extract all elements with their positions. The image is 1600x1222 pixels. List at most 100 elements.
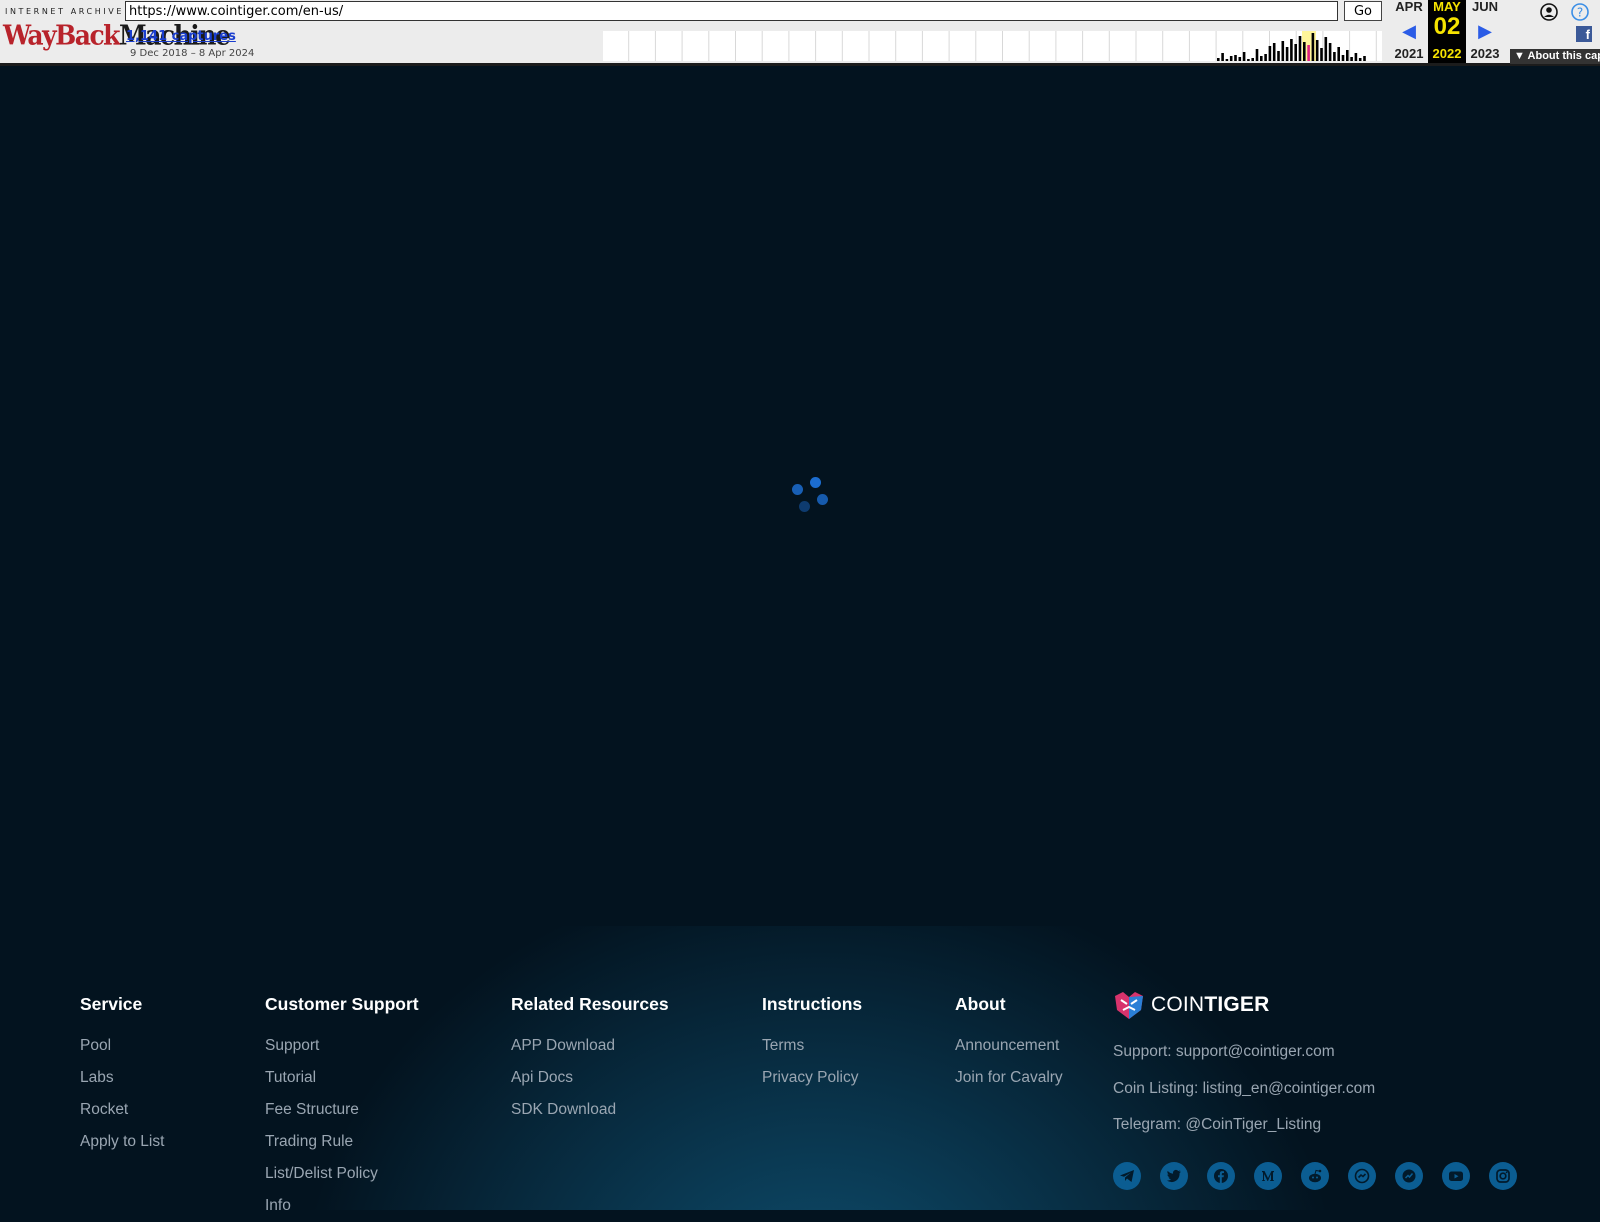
sparkline-bar [1337, 47, 1340, 61]
footer-link-rocket[interactable]: Rocket [80, 1094, 164, 1126]
footer-brand: COINTIGER Support: support@cointiger.com… [1113, 990, 1375, 1144]
captures-link[interactable]: 1,141 captures [126, 29, 236, 44]
footer-link-terms[interactable]: Terms [762, 1030, 862, 1062]
sparkline-bar [1281, 41, 1285, 61]
brand-name: COINTIGER [1151, 993, 1269, 1017]
site-footer: Service Pool Labs Rocket Apply to List C… [0, 926, 1600, 1214]
loading-spinner-icon [790, 474, 830, 514]
footer-link-announcement[interactable]: Announcement [955, 1030, 1063, 1062]
current-month: MAY [1433, 0, 1461, 14]
contact-telegram[interactable]: Telegram: @CoinTiger_Listing [1113, 1107, 1375, 1144]
reddit-icon[interactable] [1301, 1162, 1329, 1190]
footer-link-list-delist-policy[interactable]: List/Delist Policy [265, 1158, 419, 1190]
current-day: 02 [1433, 13, 1461, 40]
sparkline-bar [1307, 45, 1310, 61]
calendar-current: MAY 02 2022 [1428, 0, 1466, 63]
medium-icon[interactable] [1254, 1162, 1282, 1190]
sparkline-bar [1260, 56, 1263, 61]
tiger-logo-icon [1115, 992, 1143, 1019]
wayback-logo[interactable]: INTERNET ARCHIVE WayBackMachine [3, 5, 231, 51]
footer-link-fee-structure[interactable]: Fee Structure [265, 1094, 419, 1126]
next-arrow-icon[interactable]: ▶ [1466, 21, 1504, 42]
brand-name-bold: TIGER [1204, 993, 1270, 1016]
telegram-icon[interactable] [1113, 1162, 1141, 1190]
messenger-icon[interactable] [1348, 1162, 1376, 1190]
wayback-toolbar: INTERNET ARCHIVE WayBackMachine Go 1,141… [0, 0, 1600, 66]
sparkline-bar [1358, 58, 1362, 61]
coinmarketcap-icon[interactable] [1395, 1162, 1423, 1190]
footer-column-title: Customer Support [265, 994, 419, 1014]
footer-link-app-download[interactable]: APP Download [511, 1030, 669, 1062]
social-links [1113, 1162, 1517, 1190]
sparkline-bar [1285, 47, 1289, 61]
about-capture-button[interactable]: ▼ About this capture [1510, 49, 1600, 64]
sparkline-bar [1225, 59, 1229, 61]
sparkline-bar [1324, 37, 1328, 61]
prev-arrow-icon[interactable]: ◀ [1390, 21, 1428, 42]
sparkline-bar [1341, 55, 1345, 61]
footer-link-trading-rule[interactable]: Trading Rule [265, 1126, 419, 1158]
prev-year: 2021 [1394, 46, 1424, 61]
sparkline-bar [1320, 48, 1323, 61]
next-month: JUN [1471, 0, 1498, 14]
footer-column-related-resources: Related Resources APP Download Api Docs … [511, 994, 669, 1126]
spinner-dot [810, 477, 821, 488]
sparkline-bar [1328, 43, 1332, 61]
sparkline-bar [1272, 43, 1276, 61]
capture-sparkline[interactable] [602, 31, 1382, 61]
spinner-dot [817, 494, 828, 505]
sparkline-bar [1229, 56, 1233, 61]
youtube-icon[interactable] [1442, 1162, 1470, 1190]
footer-link-pool[interactable]: Pool [80, 1030, 164, 1062]
sparkline-bar [1315, 40, 1319, 61]
sparkline-bar [1217, 58, 1220, 61]
footer-link-join-for-cavalry[interactable]: Join for Cavalry [955, 1062, 1063, 1094]
cointiger-logo[interactable]: COINTIGER [1113, 990, 1375, 1020]
next-year: 2023 [1470, 46, 1500, 61]
spinner-dot [792, 484, 803, 495]
calendar-prev[interactable]: APR ◀ 2021 [1390, 0, 1428, 63]
sparkline-bar [1290, 39, 1293, 61]
sparkline-bar [1264, 54, 1267, 61]
footer-link-support[interactable]: Support [265, 1030, 419, 1062]
sparkline-bar [1234, 55, 1237, 61]
contact-coin-listing[interactable]: Coin Listing: listing_en@cointiger.com [1113, 1071, 1375, 1108]
facebook-icon[interactable] [1207, 1162, 1235, 1190]
sparkline-bar [1354, 53, 1358, 61]
sparkline-bar [1294, 44, 1297, 61]
facebook-icon[interactable]: f [1576, 26, 1592, 42]
capture-date-range: 9 Dec 2018 – 8 Apr 2024 [130, 48, 255, 59]
sparkline-bar [1298, 36, 1302, 61]
footer-link-info[interactable]: Info [265, 1190, 419, 1222]
sparkline-bar [1277, 51, 1280, 61]
footer-column-title: About [955, 994, 1006, 1014]
instagram-icon[interactable] [1489, 1162, 1517, 1190]
calendar-next[interactable]: JUN ▶ 2023 [1466, 0, 1504, 63]
footer-link-tutorial[interactable]: Tutorial [265, 1062, 419, 1094]
footer-link-privacy-policy[interactable]: Privacy Policy [762, 1062, 862, 1094]
sparkline-bar [1238, 57, 1242, 61]
footer-link-sdk-download[interactable]: SDK Download [511, 1094, 669, 1126]
sparkline-bar [1346, 50, 1349, 61]
footer-link-api-docs[interactable]: Api Docs [511, 1062, 669, 1094]
sparkline-bar [1333, 52, 1336, 61]
sparkline-bar [1350, 57, 1353, 61]
brand-name-light: COIN [1151, 993, 1205, 1016]
sparkline-bar [1221, 53, 1224, 61]
contact-support[interactable]: Support: support@cointiger.com [1113, 1034, 1375, 1071]
logo-word-wayback: WayBack [3, 19, 121, 51]
help-icon[interactable]: ? [1571, 3, 1589, 21]
current-year: 2022 [1432, 46, 1462, 61]
sparkline-bar [1268, 46, 1272, 61]
go-button[interactable]: Go [1344, 1, 1382, 21]
footer-column-instructions: Instructions Terms Privacy Policy [762, 994, 862, 1094]
sparkline-bar [1242, 52, 1246, 61]
twitter-icon[interactable] [1160, 1162, 1188, 1190]
user-icon[interactable] [1540, 3, 1558, 21]
footer-link-apply-to-list[interactable]: Apply to List [80, 1126, 164, 1158]
footer-column-title: Related Resources [511, 994, 669, 1014]
footer-link-labs[interactable]: Labs [80, 1062, 164, 1094]
footer-column-about: About Announcement Join for Cavalry [955, 994, 1063, 1094]
url-input[interactable] [125, 1, 1338, 21]
sparkline-bar [1311, 33, 1315, 61]
